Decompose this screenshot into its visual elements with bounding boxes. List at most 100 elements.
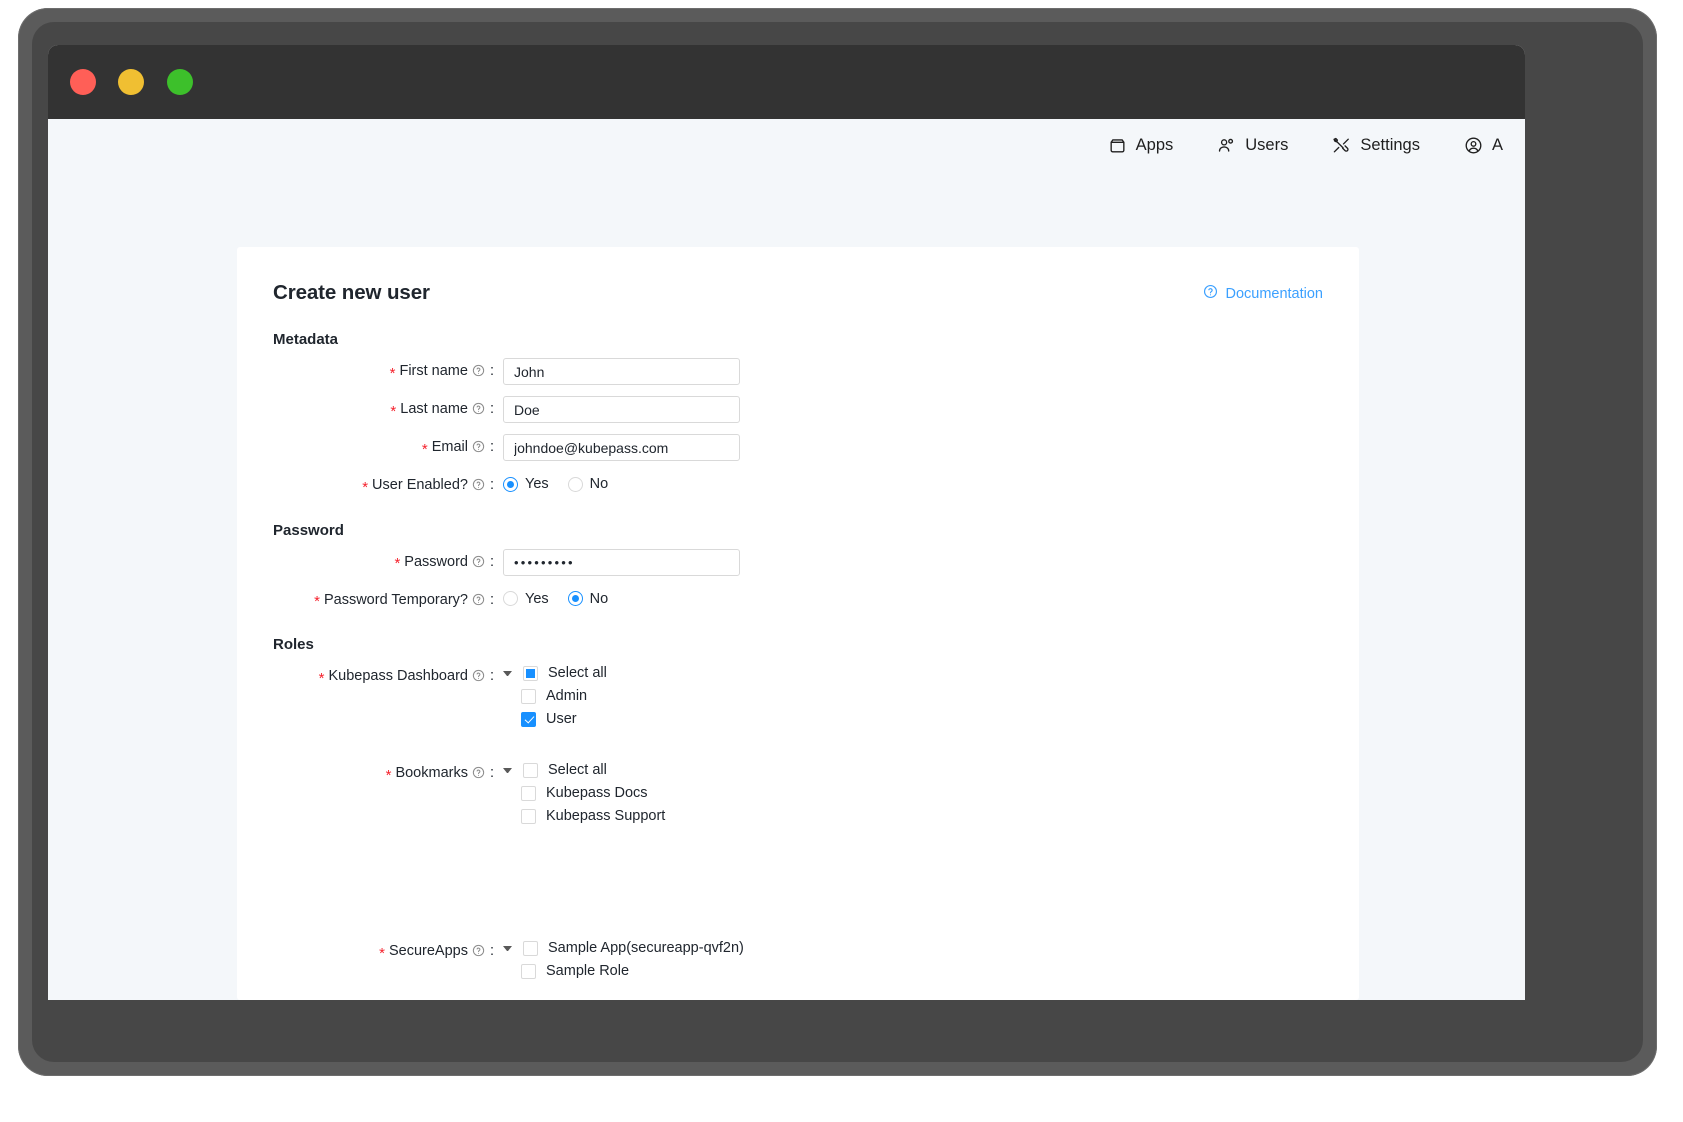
- label-text-bookmarks: Bookmarks: [395, 766, 468, 781]
- section-title-metadata: Metadata: [273, 331, 1323, 348]
- form-row-first-name: * First name :: [273, 358, 1323, 385]
- radio-label: No: [590, 591, 609, 607]
- nav-label-account: A: [1492, 136, 1503, 155]
- desktop: Apps Users: [0, 0, 1683, 1122]
- control-user-enabled: Yes No: [503, 472, 618, 492]
- checkbox-label: Admin: [546, 688, 587, 704]
- checkbox-row-admin[interactable]: Admin: [521, 688, 607, 704]
- required-asterisk: *: [379, 946, 385, 961]
- chevron-down-icon[interactable]: [503, 946, 512, 951]
- checkbox-row-kubepass-docs[interactable]: Kubepass Docs: [521, 785, 665, 801]
- required-asterisk: *: [314, 594, 320, 609]
- documentation-link[interactable]: Documentation: [1203, 284, 1323, 303]
- label-kubepass-dashboard: * Kubepass Dashboard :: [273, 663, 503, 685]
- label-text-user-enabled: User Enabled?: [372, 478, 468, 493]
- window-maximize-button[interactable]: [167, 69, 193, 95]
- password-input[interactable]: [503, 549, 740, 576]
- checkbox-row-user[interactable]: User: [521, 711, 607, 727]
- help-icon[interactable]: [472, 402, 485, 419]
- account-circle-icon: [1464, 136, 1483, 155]
- label-colon: :: [490, 669, 494, 684]
- radio-option-user-enabled-no[interactable]: No: [568, 476, 609, 492]
- help-icon[interactable]: [472, 766, 485, 783]
- label-colon: :: [490, 766, 494, 781]
- label-text-kubepass-dashboard: Kubepass Dashboard: [329, 669, 468, 684]
- required-asterisk: *: [390, 404, 396, 419]
- label-colon: :: [490, 402, 494, 417]
- control-password: [503, 549, 740, 576]
- radio-label: No: [590, 476, 609, 492]
- window-close-button[interactable]: [70, 69, 96, 95]
- section-title-password: Password: [273, 522, 1323, 539]
- label-text-email: Email: [432, 440, 468, 455]
- checkbox-row-sample-role[interactable]: Sample Role: [521, 963, 744, 979]
- nav-item-settings[interactable]: Settings: [1310, 130, 1442, 161]
- question-circle-icon: [1203, 284, 1218, 303]
- checkbox-label: Sample Role: [546, 963, 629, 979]
- tools-icon: [1332, 136, 1351, 155]
- help-icon[interactable]: [472, 593, 485, 610]
- checkbox-label: Sample App(secureapp-qvf2n): [548, 940, 744, 956]
- label-text-password: Password: [404, 555, 468, 570]
- label-password-temporary: * Password Temporary? :: [273, 587, 503, 609]
- page-body: Apps Users: [48, 119, 1525, 1000]
- checkbox-indicator: [523, 666, 538, 681]
- label-secureapps: * SecureApps :: [273, 938, 503, 960]
- documentation-label: Documentation: [1225, 286, 1323, 302]
- required-asterisk: *: [390, 366, 396, 381]
- help-icon[interactable]: [472, 944, 485, 961]
- radio-option-password-temporary-yes[interactable]: Yes: [503, 591, 549, 607]
- radio-indicator: [503, 591, 518, 606]
- chevron-down-icon[interactable]: [503, 671, 512, 676]
- users-icon: [1217, 136, 1236, 155]
- label-text-first-name: First name: [399, 364, 468, 379]
- nav-label-users: Users: [1245, 136, 1288, 155]
- nav-item-users[interactable]: Users: [1195, 130, 1310, 161]
- chevron-down-icon[interactable]: [503, 768, 512, 773]
- form-row-password-temporary: * Password Temporary? :: [273, 587, 1323, 609]
- checkbox-row-kubepass-support[interactable]: Kubepass Support: [521, 808, 665, 824]
- help-icon[interactable]: [472, 440, 485, 457]
- radio-option-password-temporary-no[interactable]: No: [568, 591, 609, 607]
- top-navigation: Apps Users: [48, 119, 1525, 171]
- label-user-enabled: * User Enabled? :: [273, 472, 503, 494]
- checkbox-label: Select all: [548, 665, 607, 681]
- group-spacer: [273, 745, 1323, 760]
- control-secureapps: Sample App(secureapp-qvf2n) Sample Role: [503, 938, 744, 986]
- form-row-bookmarks: * Bookmarks :: [273, 760, 1323, 831]
- first-name-input[interactable]: [503, 358, 740, 385]
- last-name-input[interactable]: [503, 396, 740, 423]
- window-minimize-button[interactable]: [118, 69, 144, 95]
- label-text-secureapps: SecureApps: [389, 944, 468, 959]
- group-spacer-large: [273, 842, 1323, 938]
- create-user-card: Create new user Documentation Me: [237, 247, 1359, 1000]
- help-icon[interactable]: [472, 478, 485, 495]
- card-header: Create new user Documentation: [273, 281, 1323, 305]
- checkbox-label: Kubepass Support: [546, 808, 665, 824]
- radio-label: Yes: [525, 591, 549, 607]
- control-email: [503, 434, 740, 461]
- control-kubepass-dashboard: Select all Admin User: [503, 663, 607, 734]
- radio-indicator: [568, 591, 583, 606]
- label-colon: :: [490, 364, 494, 379]
- label-colon: :: [490, 593, 494, 608]
- radio-option-user-enabled-yes[interactable]: Yes: [503, 476, 549, 492]
- nav-item-account[interactable]: A: [1442, 130, 1525, 161]
- checkbox-row-select-all-bookmarks[interactable]: Select all: [503, 762, 665, 778]
- label-first-name: * First name :: [273, 358, 503, 380]
- checkbox-indicator: [523, 941, 538, 956]
- email-input[interactable]: [503, 434, 740, 461]
- radio-indicator: [568, 477, 583, 492]
- radio-label: Yes: [525, 476, 549, 492]
- help-icon[interactable]: [472, 669, 485, 686]
- nav-label-apps: Apps: [1136, 136, 1174, 155]
- nav-item-apps[interactable]: Apps: [1086, 130, 1196, 161]
- label-colon: :: [490, 478, 494, 493]
- form-row-secureapps: * SecureApps :: [273, 938, 1323, 986]
- help-icon[interactable]: [472, 555, 485, 572]
- checkbox-row-sample-app[interactable]: Sample App(secureapp-qvf2n): [503, 940, 744, 956]
- control-password-temporary: Yes No: [503, 587, 618, 607]
- checkbox-row-select-all-dashboard[interactable]: Select all: [503, 665, 607, 681]
- label-bookmarks: * Bookmarks :: [273, 760, 503, 782]
- help-icon[interactable]: [472, 364, 485, 381]
